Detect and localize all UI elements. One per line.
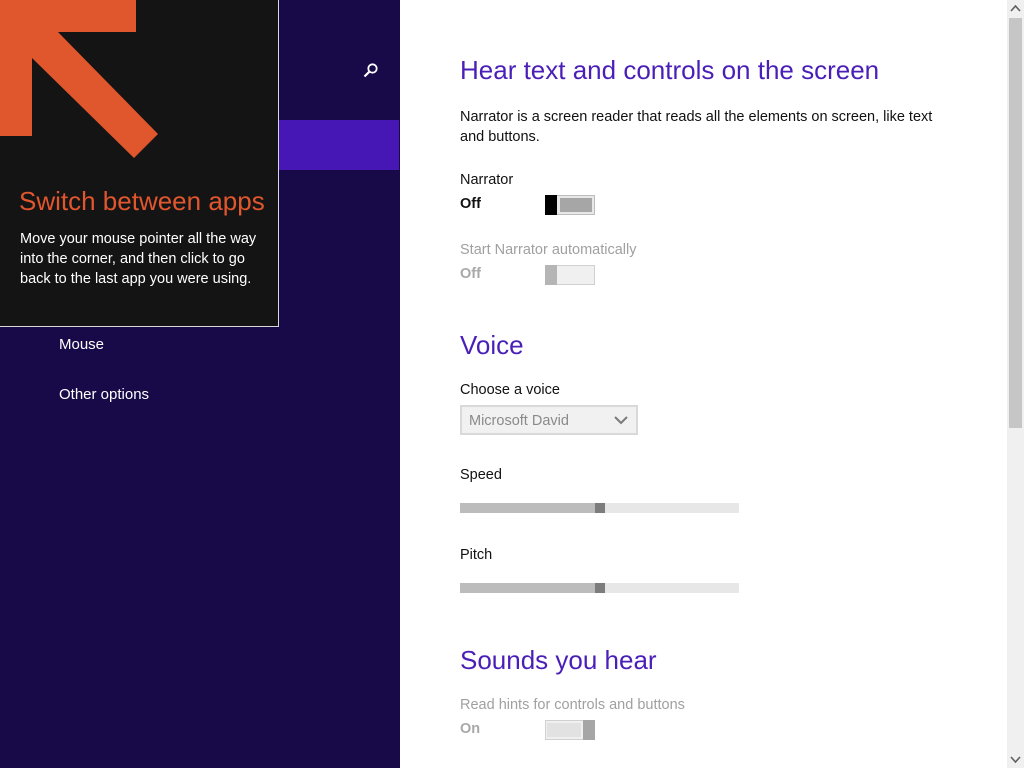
narrator-state: Off	[460, 196, 481, 212]
start-narrator-toggle[interactable]	[545, 265, 595, 285]
slider-fill	[460, 503, 600, 513]
start-narrator-label: Start Narrator automatically	[460, 242, 637, 258]
voice-selected: Microsoft David	[469, 413, 569, 429]
narrator-label: Narrator	[460, 172, 514, 188]
speed-slider[interactable]	[460, 503, 739, 513]
toggle-thumb	[583, 720, 595, 740]
scroll-up-button[interactable]	[1007, 0, 1024, 17]
sounds-heading: Sounds you hear	[460, 645, 657, 675]
narrator-toggle[interactable]	[545, 195, 595, 215]
chevron-up-icon	[1010, 4, 1021, 12]
start-narrator-state: Off	[460, 266, 481, 282]
tip-title: Switch between apps	[19, 186, 265, 216]
switch-apps-tip: Switch between apps Move your mouse poin…	[0, 0, 279, 327]
slider-fill	[460, 583, 600, 593]
toggle-thumb	[545, 195, 557, 215]
settings-content: Hear text and controls on the screen Nar…	[460, 0, 1000, 768]
nav-item-other-options[interactable]: Other options	[59, 386, 149, 403]
narrator-description: Narrator is a screen reader that reads a…	[460, 109, 933, 145]
chevron-down-icon	[1010, 756, 1021, 764]
speed-label: Speed	[460, 467, 502, 483]
toggle-thumb	[545, 265, 557, 285]
read-hints-toggle[interactable]	[545, 720, 595, 740]
vertical-scrollbar[interactable]	[1007, 0, 1024, 768]
nav-item-mouse[interactable]: Mouse	[59, 336, 104, 353]
tip-body: Move your mouse pointer all the way into…	[20, 231, 257, 287]
corner-arrow-icon	[0, 0, 158, 158]
voice-heading: Voice	[460, 330, 524, 360]
scroll-down-button[interactable]	[1007, 751, 1024, 768]
read-hints-state: On	[460, 721, 481, 737]
toggle-fill	[560, 198, 592, 212]
pitch-slider[interactable]	[460, 583, 739, 593]
read-hints-label: Read hints for controls and buttons	[460, 697, 685, 713]
slider-thumb[interactable]	[595, 583, 605, 593]
choose-voice-label: Choose a voice	[460, 382, 560, 398]
scroll-thumb[interactable]	[1009, 18, 1022, 428]
voice-dropdown[interactable]: Microsoft David	[460, 405, 638, 435]
slider-thumb[interactable]	[595, 503, 605, 513]
chevron-down-icon	[614, 416, 628, 425]
search-button[interactable]	[358, 58, 384, 84]
toggle-fill	[547, 723, 581, 737]
page-title: Hear text and controls on the screen	[460, 55, 880, 85]
search-icon	[363, 63, 378, 78]
pitch-label: Pitch	[460, 547, 493, 563]
